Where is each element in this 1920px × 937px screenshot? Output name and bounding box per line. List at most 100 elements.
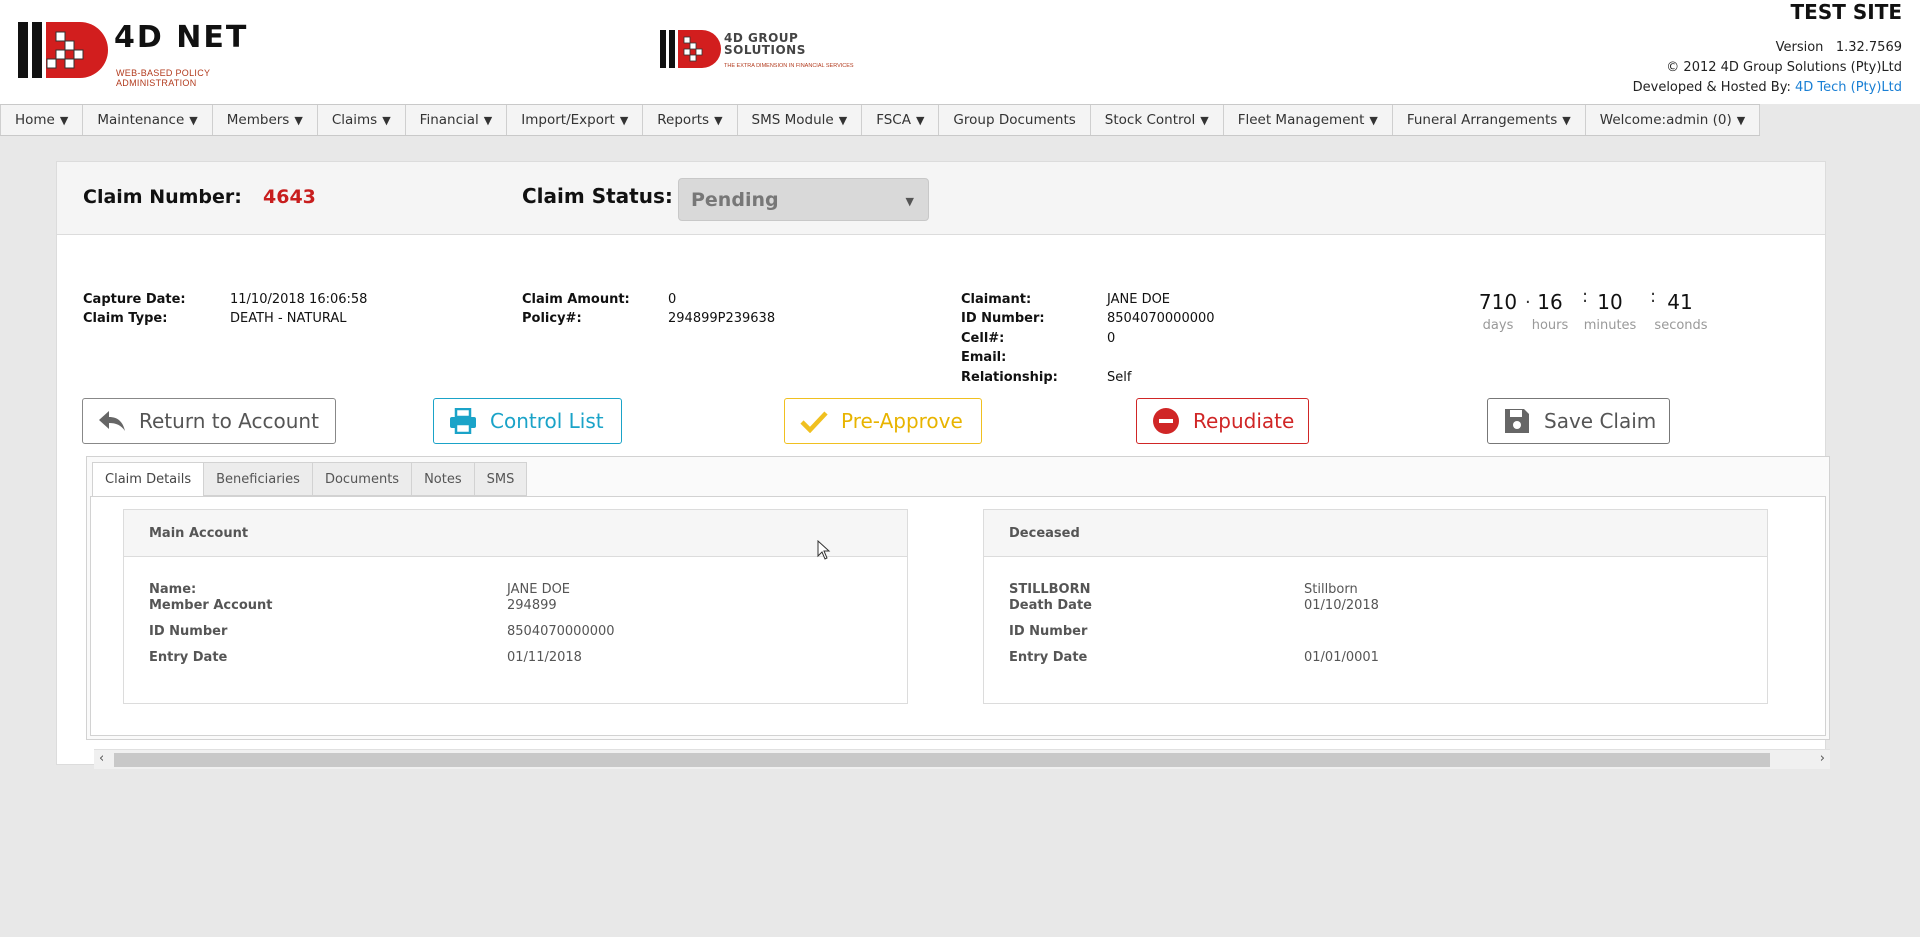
timer-seconds: 41: [1667, 290, 1693, 314]
claim-type-value: DEATH - NATURAL: [230, 311, 347, 326]
email-label: Email:: [961, 350, 1007, 365]
claim-age-timer: 710 · 16 : 10 : 41 days hours minutes se…: [1477, 286, 1737, 340]
caret-down-icon: ▼: [838, 113, 848, 127]
deceased-entry-date-value: 01/01/0001: [1304, 650, 1379, 665]
name-label: Name:: [149, 582, 197, 597]
logo-subtitle: WEB-BASED POLICY ADMINISTRATION: [116, 68, 211, 88]
death-date-value: 01/10/2018: [1304, 598, 1379, 613]
stillborn-value: Stillborn: [1304, 582, 1358, 597]
claimant-value: JANE DOE: [1107, 292, 1171, 307]
caret-down-icon: ▼: [483, 113, 493, 127]
nav-welcome-user[interactable]: Welcome:admin (0) ▼: [1586, 105, 1761, 135]
stillborn-label: STILLBORN: [1009, 582, 1091, 597]
tab-documents[interactable]: Documents: [312, 462, 413, 496]
nav-reports[interactable]: Reports ▼: [643, 105, 738, 135]
claim-status-select[interactable]: Pending ▼: [678, 178, 929, 221]
deceased-card: Deceased STILLBORN Stillborn Death Date …: [983, 509, 1768, 704]
death-date-label: Death Date: [1009, 598, 1092, 613]
mouse-cursor-icon: [817, 540, 831, 560]
timer-hours-label: hours: [1531, 318, 1569, 333]
nav-stock-control[interactable]: Stock Control ▼: [1091, 105, 1224, 135]
save-claim-button[interactable]: Save Claim: [1487, 398, 1670, 444]
pre-approve-button[interactable]: Pre-Approve: [784, 398, 982, 444]
nav-home[interactable]: Home ▼: [0, 105, 84, 135]
group-logo-name: 4D GROUP SOLUTIONS: [724, 31, 806, 57]
4dnet-logo[interactable]: 4D NET WEB-BASED POLICY ADMINISTRATION: [18, 18, 278, 88]
tab-beneficiaries[interactable]: Beneficiaries: [204, 462, 313, 496]
4dnet-logo-mark-icon: [18, 22, 108, 78]
capture-date-value: 11/10/2018 16:06:58: [230, 292, 368, 307]
return-to-account-label: Return to Account: [139, 409, 319, 433]
caret-down-icon: ▼: [1200, 113, 1209, 127]
hosted-by-link[interactable]: 4D Tech (Pty)Ltd: [1795, 80, 1902, 95]
scroll-right-icon[interactable]: ›: [1820, 751, 1825, 766]
caret-down-icon: ▼: [59, 113, 69, 127]
timer-separator: :: [1582, 286, 1589, 307]
tab-claim-details[interactable]: Claim Details: [92, 462, 205, 497]
pre-approve-label: Pre-Approve: [841, 409, 963, 433]
policy-label: Policy#:: [522, 311, 582, 326]
main-entry-date-value: 01/11/2018: [507, 650, 582, 665]
claim-amount-label: Claim Amount:: [522, 292, 630, 307]
hosted-by-line: Developed & Hosted By: 4D Tech (Pty)Ltd: [1632, 80, 1902, 95]
timer-minutes-label: minutes: [1583, 318, 1637, 333]
deceased-entry-date-label: Entry Date: [1009, 650, 1088, 665]
repudiate-label: Repudiate: [1193, 409, 1295, 433]
id-number-label: ID Number:: [961, 311, 1045, 326]
version-value: 1.32.7569: [1835, 40, 1902, 55]
floppy-disk-icon: [1502, 406, 1532, 436]
control-list-label: Control List: [490, 409, 604, 433]
deceased-id-label: ID Number: [1009, 624, 1088, 639]
nav-claims[interactable]: Claims ▼: [318, 105, 406, 135]
horizontal-scrollbar[interactable]: ‹ ›: [94, 749, 1830, 769]
logo-title: 4D NET: [114, 20, 249, 55]
tab-sms[interactable]: SMS: [474, 462, 528, 496]
save-claim-label: Save Claim: [1544, 409, 1657, 433]
main-account-title: Main Account: [124, 510, 907, 557]
timer-days: 710: [1478, 290, 1518, 314]
capture-date-label: Capture Date:: [83, 292, 186, 307]
claim-status-label: Claim Status:: [522, 184, 673, 208]
claim-amount-value: 0: [668, 292, 677, 307]
minus-circle-icon: [1151, 406, 1181, 436]
policy-value: 294899P239638: [668, 311, 776, 326]
tab-notes[interactable]: Notes: [412, 462, 475, 496]
claim-type-label: Claim Type:: [83, 311, 168, 326]
checkmark-icon: [799, 406, 829, 436]
scrollbar-thumb[interactable]: [114, 753, 1770, 767]
nav-members[interactable]: Members ▼: [213, 105, 318, 135]
claim-tabs: Claim Details Beneficiaries Documents No…: [86, 456, 1830, 769]
caret-down-icon: ▼: [382, 113, 391, 127]
main-entry-date-label: Entry Date: [149, 650, 228, 665]
nav-funeral-arrangements[interactable]: Funeral Arrangements ▼: [1393, 105, 1586, 135]
id-number-value: 8504070000000: [1107, 311, 1215, 326]
reply-arrow-icon: [97, 406, 127, 436]
nav-financial[interactable]: Financial ▼: [406, 105, 508, 135]
chevron-down-icon: ▼: [905, 195, 914, 208]
nav-maintenance[interactable]: Maintenance ▼: [83, 105, 213, 135]
scroll-left-icon[interactable]: ‹: [99, 751, 104, 766]
main-nav: Home ▼ Maintenance ▼ Members ▼ Claims ▼ Fina…: [0, 104, 1761, 136]
nav-fleet-management[interactable]: Fleet Management ▼: [1224, 105, 1393, 135]
claim-panel-header: Claim Number: 4643 Claim Status: Pending…: [57, 162, 1825, 235]
nav-fsca[interactable]: FSCA ▼: [862, 105, 940, 135]
tab-strip: Claim Details Beneficiaries Documents No…: [92, 462, 528, 497]
caret-down-icon: ▼: [714, 113, 723, 127]
return-to-account-button[interactable]: Return to Account: [82, 398, 336, 444]
nav-sms-module[interactable]: SMS Module ▼: [738, 105, 863, 135]
main-account-card: Main Account Name: JANE DOE Member Accou…: [123, 509, 908, 704]
caret-down-icon: ▼: [915, 113, 925, 127]
member-account-label: Member Account: [149, 598, 273, 613]
timer-separator: ·: [1525, 292, 1531, 313]
header: 4D NET WEB-BASED POLICY ADMINISTRATION 4…: [0, 0, 1920, 104]
site-title: TEST SITE: [1790, 0, 1902, 24]
nav-group-documents[interactable]: Group Documents: [939, 105, 1091, 135]
nav-import-export[interactable]: Import/Export ▼: [507, 105, 644, 135]
relationship-label: Relationship:: [961, 370, 1058, 385]
timer-days-label: days: [1482, 318, 1514, 333]
claim-number-label: Claim Number:: [83, 186, 242, 208]
control-list-button[interactable]: Control List: [433, 398, 622, 444]
repudiate-button[interactable]: Repudiate: [1136, 398, 1309, 444]
timer-separator: :: [1650, 286, 1657, 307]
version-line: Version 1.32.7569: [1775, 40, 1902, 55]
